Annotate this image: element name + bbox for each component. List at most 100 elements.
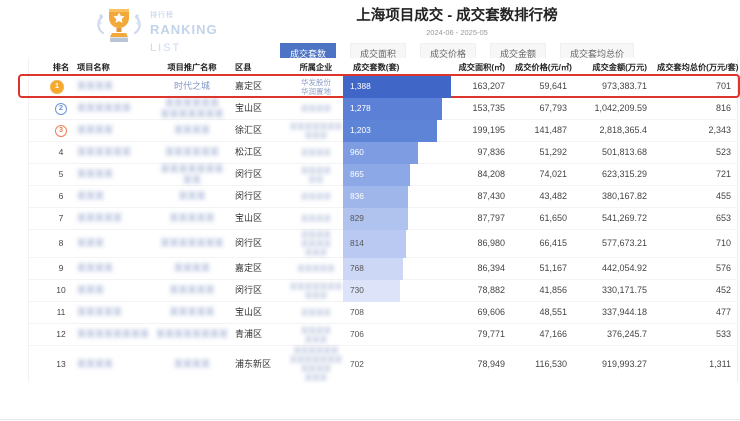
company-cell: 某某某某某某 某某某某某某某 某某某某 某某某: [289, 346, 343, 382]
area-value: 97,836: [477, 147, 505, 158]
project-name-link[interactable]: 某某某: [77, 285, 104, 295]
project-name-cell: 某某某: [77, 238, 149, 248]
units-bar: 702: [350, 358, 364, 369]
avg-price-value: 721: [715, 169, 731, 180]
project-name-link[interactable]: 某某某某某: [77, 213, 122, 223]
price-value: 74,021: [539, 169, 567, 180]
project-name-cell: 某某某: [77, 191, 149, 201]
table-row[interactable]: 4 某某某某某某 某某某某某某 松江区 某某某某 960 97,836 51,2…: [29, 142, 737, 164]
project-name-cell: 某某某某: [77, 81, 149, 91]
project-name-link[interactable]: 某某某某某: [77, 307, 122, 317]
promo-name-cell: 某某某某某某某 某某: [160, 164, 224, 185]
column-header: 成交价格(元/㎡): [515, 62, 572, 72]
trophy-icon: [94, 3, 144, 54]
district-label: 宝山区: [235, 103, 263, 114]
table-row[interactable]: 7 某某某某某 某某某某某 宝山区 某某某某 829 87,797 61,650…: [29, 208, 737, 230]
project-name-link[interactable]: 某某某某某某: [77, 103, 131, 113]
units-bar-cell: 708: [343, 302, 453, 323]
table-row[interactable]: 9 某某某某 某某某某 嘉定区 某某某某某 768 86,394 51,167 …: [29, 258, 737, 280]
price-value: 116,530: [535, 358, 567, 369]
units-bar-cell: 1,388: [343, 76, 453, 98]
column-header: 项目推广名称: [167, 62, 217, 72]
units-bar: 814: [343, 230, 406, 258]
rank-1-medal-icon: 1: [50, 79, 64, 94]
avg-price-value: 2,343: [708, 125, 731, 136]
table-row[interactable]: 3 某某某某 某某某某 徐汇区 某某某某某某某 某某某 1,203 199,195…: [29, 120, 737, 142]
table-row[interactable]: 8 某某某 某某某某某某某 闵行区 某某某某 某某某某 某某某 814 86,980…: [29, 230, 737, 258]
rank-cell: 2: [45, 102, 77, 115]
amount-value: 380,167.82: [601, 191, 647, 202]
company-cell: 某某某某某某某 某某某: [289, 121, 343, 140]
column-header: 成交套数(套): [353, 62, 400, 72]
price-value: 43,482: [539, 191, 567, 202]
project-name-cell: 某某某某: [77, 359, 149, 369]
project-name-link[interactable]: 某某某某: [77, 169, 113, 179]
amount-value: 2,818,365.4: [599, 125, 647, 136]
area-value: 87,797: [477, 213, 505, 224]
project-name-link[interactable]: 某某某某某某某某: [77, 329, 149, 339]
project-name-link[interactable]: 某某某: [77, 191, 104, 201]
table-row[interactable]: 2 某某某某某某 某某某某某某 某某某某某某某 宝山区 某某某某 1,278 15…: [29, 98, 737, 120]
district-label: 青浦区: [235, 329, 263, 340]
page-title: 上海项目成交 - 成交套数排行榜: [356, 8, 558, 24]
promo-name-cell: 某某某某: [173, 358, 210, 369]
promo-name-cell: 某某某某某某 某某某某某某某: [160, 98, 224, 119]
project-name-cell: 某某某某: [77, 263, 149, 273]
avg-price-value: 653: [715, 213, 731, 224]
project-name-link[interactable]: 某某某某: [77, 359, 113, 369]
promo-name-cell: 某某某某: [173, 263, 210, 274]
table-row[interactable]: 11 某某某某某 某某某某某 宝山区 某某某某 708 69,606 48,55…: [29, 302, 737, 324]
company-cell: 某某某某 某某某: [301, 325, 331, 344]
company-cell: 某某某某某某某 某某某: [289, 281, 343, 300]
table-row[interactable]: 5 某某某某 某某某某某某某 某某 闵行区 某某某某 某某 865 84,208 7…: [29, 164, 737, 186]
units-bar-cell: 960: [343, 142, 453, 164]
column-header: 所属企业: [299, 62, 333, 72]
avg-price-value: 710: [715, 238, 731, 249]
table-row[interactable]: 6 某某某 某某某 闵行区 某某某某 836 87,430 43,482 380…: [29, 186, 737, 208]
units-bar: 1,388: [343, 76, 451, 98]
project-name-link[interactable]: 某某某: [77, 238, 104, 248]
table-row[interactable]: 1 某某某某 时代之城 嘉定区 华发股份 华润置地 1,388 163,207 5…: [18, 74, 740, 98]
units-bar: 1,278: [343, 98, 442, 120]
ranking-logo: 排行榜 RANKING LIST: [94, 3, 218, 55]
price-value: 51,167: [539, 263, 567, 274]
amount-value: 623,315.29: [601, 169, 647, 180]
rank-cell: 4: [58, 147, 64, 158]
avg-price-value: 455: [715, 191, 731, 202]
amount-value: 973,383.71: [601, 81, 647, 92]
units-bar-cell: 1,278: [343, 98, 453, 120]
district-label: 嘉定区: [235, 81, 263, 92]
table-header-row: 排名 项目名称 项目推广名称 区县 所属企业 成交套数(套) 成交面积(㎡) 成交价格(元/㎡…: [29, 58, 738, 76]
units-bar: 836: [343, 186, 408, 208]
company-cell: 某某某某 某某某某 某某某: [301, 230, 331, 257]
price-value: 141,487: [534, 125, 567, 136]
avg-price-value: 816: [715, 103, 731, 114]
table-row[interactable]: 10 某某某 某某某某某 闵行区 某某某某某某某 某某某 730 78,882 4…: [29, 280, 737, 302]
rank-cell: 5: [58, 169, 64, 180]
page-header: 排行榜 RANKING LIST 上海项目成交 - 成交套数排行榜 2024-0…: [0, 0, 740, 64]
table-row[interactable]: 13 某某某某 某某某某 浦东新区 某某某某某某 某某某某某某某 某某某某 某某某 7…: [29, 346, 737, 382]
area-value: 84,208: [477, 169, 505, 180]
avg-price-value: 533: [715, 329, 731, 340]
price-value: 66,415: [539, 238, 567, 249]
project-name-link[interactable]: 某某某某: [77, 81, 113, 91]
project-name-link[interactable]: 某某某某: [77, 125, 113, 135]
district-label: 徐汇区: [235, 125, 263, 136]
project-name-link[interactable]: 某某某某某某: [77, 147, 131, 157]
promo-name-cell: 某某某某某: [169, 285, 215, 296]
district-label: 闵行区: [235, 191, 263, 202]
project-name-cell: 某某某: [77, 285, 149, 295]
logo-badge-text: 排行榜: [150, 12, 174, 19]
area-value: 69,606: [477, 307, 505, 318]
price-value: 67,793: [539, 103, 567, 114]
avg-price-value: 523: [715, 147, 731, 158]
area-value: 153,735: [472, 103, 505, 114]
ranking-table: 排名 项目名称 项目推广名称 区县 所属企业 成交套数(套) 成交面积(㎡) 成交价格(元/㎡…: [18, 58, 740, 382]
rank-cell: 8: [58, 238, 64, 249]
units-bar-cell: 829: [343, 208, 453, 230]
company-cell: 某某某某某: [297, 264, 335, 273]
project-name-link[interactable]: 某某某某: [77, 263, 113, 273]
bottom-divider: [0, 419, 740, 420]
amount-value: 577,673.21: [601, 238, 647, 249]
table-row[interactable]: 12 某某某某某某某某 某某某某某某某某 青浦区 某某某某 某某某 706 79,…: [29, 324, 737, 346]
